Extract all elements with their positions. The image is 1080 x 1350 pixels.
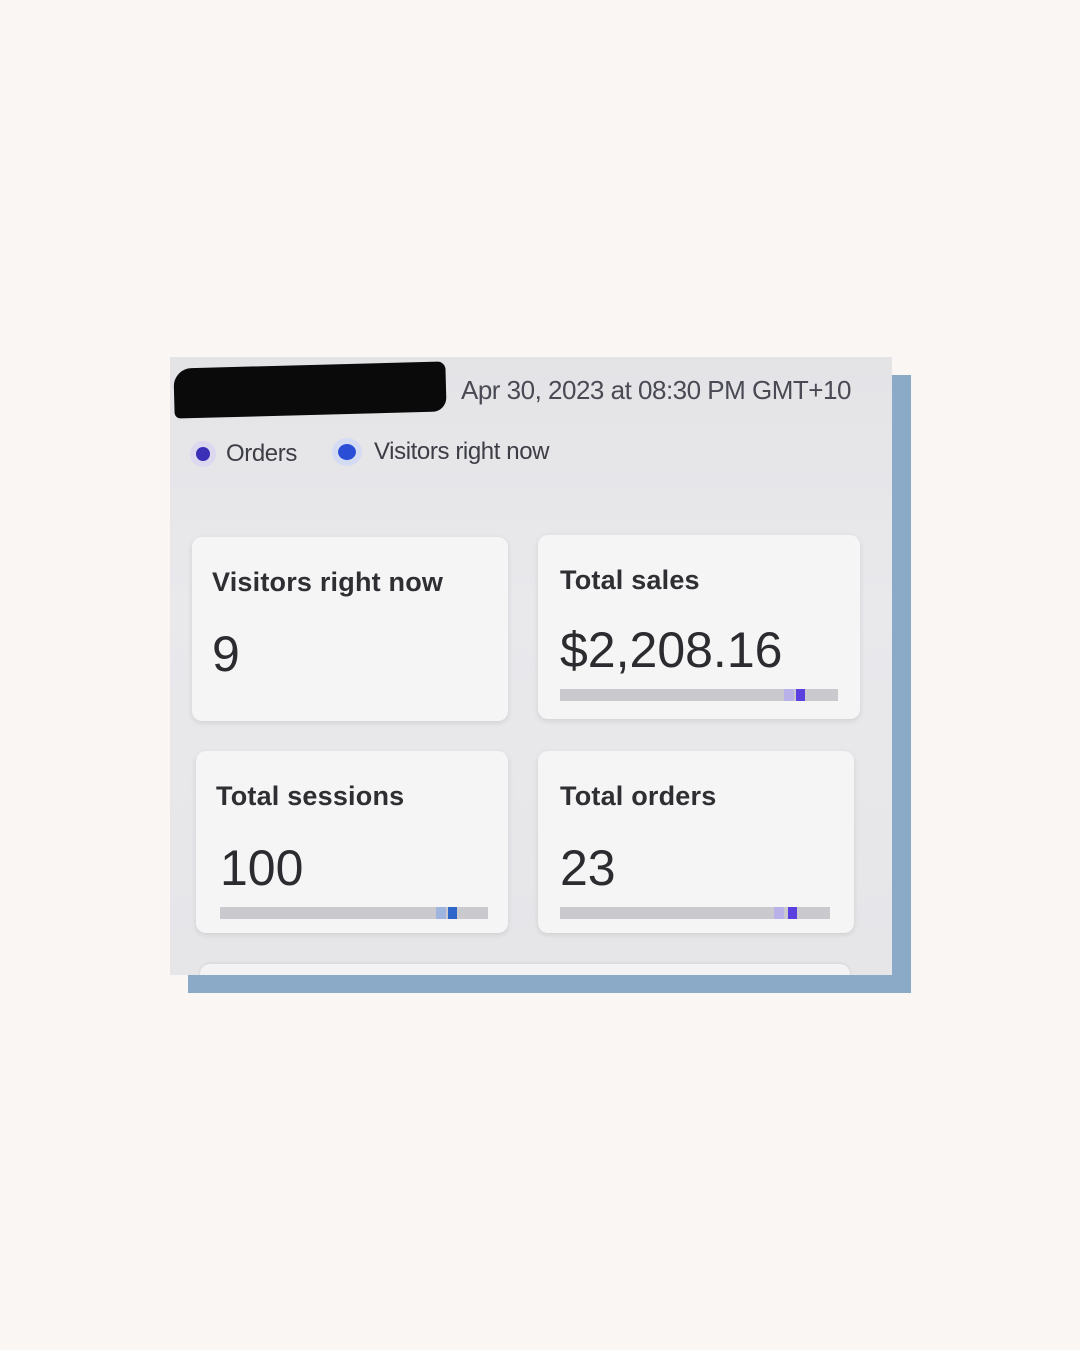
sparkline-mark <box>448 907 457 919</box>
visitors-card-title: Visitors right now <box>212 567 444 597</box>
total-sales-card[interactable]: Total sales $2,208.16 <box>538 535 860 719</box>
orders-legend-dot-icon <box>196 447 210 461</box>
sales-card-value: $2,208.16 <box>560 622 783 678</box>
sales-sparkline <box>560 689 838 701</box>
orders-card-title: Total orders <box>560 781 717 811</box>
dashboard-screenshot: Apr 30, 2023 at 08:30 PM GMT+10 Orders V… <box>170 357 892 975</box>
sparkline-mark <box>436 907 446 919</box>
orders-sparkline <box>560 907 830 919</box>
redacted-store-name <box>173 361 447 419</box>
orders-card-value: 23 <box>560 840 616 896</box>
visitors-legend-dot-icon <box>338 444 356 460</box>
report-timestamp: Apr 30, 2023 at 08:30 PM GMT+10 <box>461 375 851 405</box>
total-orders-card[interactable]: Total orders 23 <box>538 751 854 933</box>
sparkline-mark <box>784 689 794 701</box>
sales-card-title: Total sales <box>560 565 700 595</box>
legend-label-orders: Orders <box>226 440 297 467</box>
sessions-card-title: Total sessions <box>216 781 405 811</box>
visitors-card-value: 9 <box>212 626 240 682</box>
sessions-sparkline <box>220 907 488 919</box>
sparkline-mark <box>788 907 797 919</box>
visitors-right-now-card[interactable]: Visitors right now 9 <box>192 537 508 721</box>
legend-item-visitors[interactable]: Visitors right now <box>338 435 550 469</box>
sparkline-mark <box>774 907 784 919</box>
total-sessions-card[interactable]: Total sessions 100 <box>196 751 508 933</box>
legend-label-visitors: Visitors right now <box>374 438 550 465</box>
legend-item-orders[interactable]: Orders <box>196 437 297 471</box>
next-card-edge <box>200 964 850 975</box>
sparkline-mark <box>796 689 805 701</box>
sessions-card-value: 100 <box>220 840 304 896</box>
